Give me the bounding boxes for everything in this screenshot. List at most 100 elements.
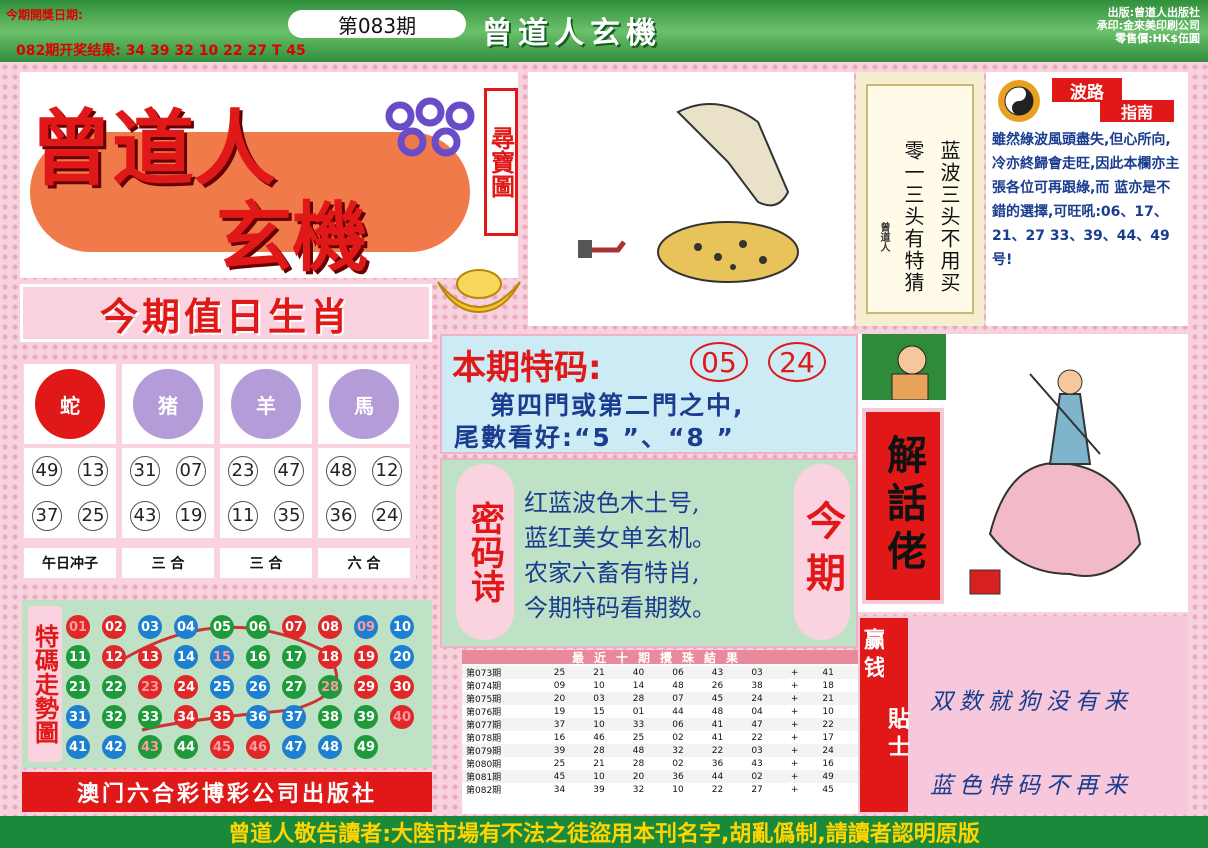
table-cell: 第082期 (466, 786, 502, 796)
special-code-1: 05 (690, 342, 748, 382)
zodiac-column: 馬 48 12 36 24 六 合 (316, 362, 412, 584)
rider-illustration (950, 334, 1186, 610)
table-cell: 24 (822, 745, 834, 756)
table-cell: 06 (672, 667, 684, 678)
zodiac-number: 07 (176, 455, 206, 486)
table-cell: 10 (672, 784, 684, 795)
table-row: 第075期 20 03 28 07 45 24 +21 (462, 692, 858, 705)
table-cell: 02 (751, 771, 763, 782)
zodiac-tag: 三 合 (122, 548, 214, 578)
table-row: 第082期 34 39 32 10 22 27 +45 (462, 783, 858, 797)
tip-right-label: 貼士 (884, 618, 909, 812)
table-cell: 48 (711, 706, 724, 717)
trend-label: 特碼走勢圖 (28, 606, 62, 762)
table-cell: 26 (711, 680, 724, 691)
table-cell: 45 (822, 784, 834, 795)
trend-ball: 34 (174, 705, 198, 729)
zodiac-tag: 三 合 (220, 548, 312, 578)
table-cell: 43 (711, 667, 724, 678)
table-cell: 41 (711, 719, 724, 730)
special-code-panel: 本期特码: 05 24 第四門或第二門之中, 尾數看好:“5 ”、“8 ” (440, 334, 858, 454)
table-cell: 36 (672, 771, 684, 782)
trend-ball: 45 (210, 735, 234, 759)
tip-line1: 双数就狗没有来 (930, 689, 1133, 715)
table-cell: 01 (632, 706, 645, 717)
mima-line: 蓝红美女单玄机。 (524, 524, 716, 552)
poem-col1: 蓝波三头不用买 (937, 140, 961, 294)
trend-ball: 16 (246, 645, 270, 669)
trend-ball: 29 (354, 675, 378, 699)
table-cell: 06 (672, 719, 684, 730)
table-row: 第079期 39 28 48 32 22 03 +24 (462, 744, 858, 757)
logo-line2: 玄機 (216, 193, 368, 282)
trend-ball: 04 (174, 615, 198, 639)
zodiac-animal-icon: 羊 (220, 364, 312, 444)
table-cell: 第075期 (466, 695, 502, 705)
zodiac-number: 36 (326, 500, 356, 531)
company-footer: 澳门六合彩博彩公司出版社 (22, 772, 432, 812)
trend-ball: 19 (354, 645, 378, 669)
trend-ball: 06 (246, 615, 270, 639)
zodiac-number: 12 (372, 455, 402, 486)
zodiac-animal-icon: 猪 (122, 364, 214, 444)
trend-ball: 03 (138, 615, 162, 639)
table-cell: + (790, 719, 799, 730)
trend-balls: 01 02 03 04 05 06 07 08 09 10 11 12 13 14 15 16 17 18 19 20… (66, 612, 426, 762)
trend-ball: 43 (138, 735, 162, 759)
guide-title-1: 波路 (1052, 78, 1122, 103)
results-title: 最近十期攪珠結果 (462, 650, 858, 665)
table-cell: 第074期 (466, 682, 502, 692)
mima-line: 红蓝波色木土号, (524, 489, 700, 517)
date-label: 今期開獎日期: (6, 8, 83, 22)
table-row: 第078期 16 46 25 02 41 22 +17 (462, 731, 858, 745)
trend-ball: 44 (174, 735, 198, 759)
trend-ball: 30 (390, 675, 414, 699)
table-cell: 28 (632, 693, 645, 704)
logo-panel: 曾道人 玄機 尋寶圖 (20, 72, 518, 282)
zodiac-number: 37 (32, 500, 62, 531)
trend-ball: 09 (354, 615, 378, 639)
trend-ball: 11 (66, 645, 90, 669)
table-cell: 47 (751, 719, 763, 730)
table-cell: 10 (593, 719, 605, 730)
table-cell: 10 (593, 771, 605, 782)
table-cell: 20 (632, 771, 645, 782)
table-cell: 45 (553, 771, 566, 782)
poem-col2: 零一三头有特猜 (901, 140, 925, 294)
publisher-line: 承印:金來美印刷公司 (1096, 19, 1200, 32)
trend-panel: 特碼走勢圖 01 02 03 04 05 06 07 08 09 10 11 12 13 14 15 16 17… (22, 600, 432, 768)
tip-panel: 赢钱 貼士 双数就狗没有来 蓝色特码不再来 (858, 616, 1188, 814)
table-cell: + (790, 784, 799, 795)
trend-ball: 31 (66, 705, 90, 729)
table-cell: 28 (593, 745, 605, 756)
zodiac-number: 23 (228, 455, 258, 486)
zodiac-number: 19 (176, 500, 206, 531)
yin-yang-icon (998, 80, 1040, 122)
table-cell: 25 (632, 732, 645, 743)
guide-text: 雖然綠波風頭盡失,但心所向,冷亦終歸會走旺,因此本欄亦主張各位可再跟綠,而 蓝亦… (992, 132, 1180, 268)
trend-ball: 10 (390, 615, 414, 639)
table-cell: 02 (672, 758, 684, 769)
zodiac-number: 43 (130, 500, 160, 531)
tip-line2: 蓝色特码不再来 (930, 773, 1133, 799)
table-cell: 36 (711, 758, 724, 769)
man-illustration (862, 334, 946, 401)
table-cell: 第076期 (466, 708, 502, 718)
table-cell: 15 (593, 706, 605, 717)
table-cell: 03 (751, 667, 763, 678)
trend-ball: 40 (390, 705, 414, 729)
table-row: 第076期 19 15 01 44 48 04 +10 (462, 705, 858, 719)
table-cell: + (790, 680, 799, 691)
trend-ball: 23 (138, 675, 162, 699)
trend-ball: 01 (66, 615, 90, 639)
trend-ball: 13 (138, 645, 162, 669)
trend-ball: 42 (102, 735, 126, 759)
table-cell: 48 (672, 680, 684, 691)
zodiac-number: 35 (274, 500, 304, 531)
table-cell: 33 (632, 719, 645, 730)
table-cell: 第080期 (466, 760, 502, 770)
mima-right-label: 今期 (794, 464, 850, 640)
table-cell: 45 (711, 693, 724, 704)
table-cell: + (790, 758, 799, 769)
trend-ball: 18 (318, 645, 342, 669)
